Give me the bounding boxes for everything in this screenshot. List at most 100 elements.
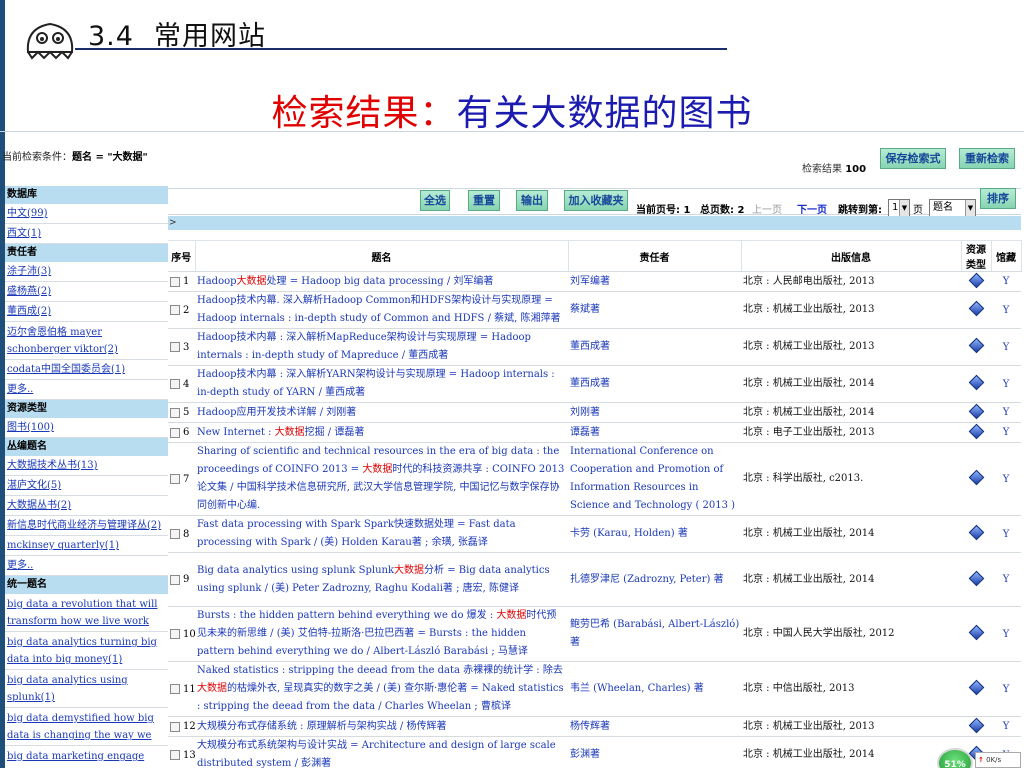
book-type-icon[interactable] (968, 337, 984, 354)
row-hold-cell[interactable]: Y (991, 402, 1021, 423)
facet-item[interactable]: 盛杨燕(2) (5, 282, 168, 302)
facet-item[interactable]: big data analytics using splunk(1) (5, 670, 168, 708)
sort-button[interactable]: 排序 (980, 188, 1016, 209)
row-title-cell[interactable]: 大规模分布式系统架构与设计实战 = Architecture and desig… (195, 736, 568, 768)
facet-item[interactable]: codata中国全国委员会(1) (5, 360, 168, 380)
title-text[interactable]: 大规模分布式存储系统 : 原理解析与架构实战 / 杨传辉著 (197, 721, 446, 732)
row-hold-cell[interactable]: Y (991, 716, 1021, 737)
row-hold-cell[interactable]: Y (991, 422, 1021, 443)
row-author-cell[interactable]: 刘刚著 (568, 402, 741, 423)
row-author-cell[interactable]: 韦兰 (Wheelan, Charles) 著 (568, 661, 741, 717)
prev-page-link[interactable]: 上一页 (752, 201, 782, 216)
facet-item[interactable]: 迈尔舍恩伯格 mayer schonberger viktor(2) (5, 322, 168, 360)
row-hold-cell[interactable]: Y (991, 442, 1021, 516)
row-checkbox[interactable] (170, 750, 180, 760)
row-checkbox[interactable] (170, 427, 180, 438)
row-checkbox[interactable] (170, 574, 180, 585)
row-author-cell[interactable]: 鲍劳巴希 (Barabási, Albert-László) 著 (568, 606, 741, 662)
row-hold-cell[interactable]: Y (991, 515, 1021, 553)
title-text[interactable]: Fast data processing with Spark Spark快速数… (197, 519, 516, 548)
row-title-cell[interactable]: Big data analytics using splunk Splunk大数… (195, 552, 568, 607)
book-type-icon[interactable] (968, 717, 984, 733)
row-title-cell[interactable]: Hadoop应用开发技术详解 / 刘刚著 (195, 402, 568, 423)
facet-item[interactable]: big data a revolution that will transfor… (5, 594, 168, 632)
title-text[interactable]: New Internet : (197, 427, 275, 438)
title-text-rest[interactable]: 挖掘 / 谭磊著 (305, 427, 365, 438)
row-checkbox[interactable] (170, 529, 180, 539)
facet-item[interactable]: 大数据技术丛书(13) (5, 456, 168, 476)
facet-item[interactable]: 大数据丛书(2) (5, 496, 168, 516)
row-checkbox[interactable] (170, 721, 180, 732)
row-checkbox[interactable] (170, 379, 180, 389)
book-type-icon[interactable] (968, 469, 984, 486)
row-author-cell[interactable]: 彭渊著 (568, 736, 741, 768)
add-favorites-button[interactable]: 加入收藏夹 (564, 190, 628, 211)
title-text[interactable]: Naked statistics : stripping the deead f… (197, 665, 563, 676)
sort-field-select[interactable]: 题名 ▼ (929, 199, 976, 217)
title-highlight[interactable]: 大数据 (275, 427, 305, 438)
title-highlight[interactable]: 大数据 (362, 464, 392, 475)
row-author-cell[interactable]: 蔡斌著 (568, 291, 741, 329)
row-author-cell[interactable]: 扎德罗津尼 (Zadrozny, Peter) 著 (568, 552, 741, 607)
book-type-icon[interactable] (968, 272, 984, 288)
facet-item[interactable]: big data demystified how big data is cha… (5, 708, 168, 746)
title-highlight[interactable]: 大数据 (237, 276, 267, 287)
row-checkbox[interactable] (170, 342, 180, 352)
title-text[interactable]: Hadoop (197, 276, 237, 287)
facet-item[interactable]: 中文(99) (5, 204, 168, 224)
book-type-icon[interactable] (968, 524, 984, 541)
book-type-icon[interactable] (968, 679, 984, 696)
facet-item[interactable]: 更多.. (5, 556, 168, 576)
title-text[interactable]: Hadoop技术内幕. 深入解析Hadoop Common和HDFS架构设计与实… (197, 295, 561, 324)
row-title-cell[interactable]: Fast data processing with Spark Spark快速数… (195, 515, 568, 553)
title-text[interactable]: Big data analytics using splunk Splunk (197, 565, 394, 576)
row-hold-cell[interactable]: Y (991, 552, 1021, 607)
title-text-rest[interactable]: 处理 = Hadoop big data processing / 刘军编著 (267, 276, 494, 287)
row-checkbox[interactable] (170, 684, 180, 694)
row-title-cell[interactable]: Hadoop技术内幕. 深入解析Hadoop Common和HDFS架构设计与实… (195, 291, 568, 329)
expand-arrow-icon[interactable]: > (169, 218, 177, 228)
row-checkbox[interactable] (170, 305, 180, 315)
facet-item[interactable]: 董西成(2) (5, 302, 168, 322)
facet-item[interactable]: 西文(1) (5, 224, 168, 244)
title-highlight[interactable]: 大数据 (394, 565, 424, 576)
title-text[interactable]: Bursts : the hidden pattern behind every… (197, 610, 496, 621)
output-button[interactable]: 输出 (516, 190, 548, 211)
row-title-cell[interactable]: Sharing of scientific and technical reso… (195, 442, 568, 516)
row-author-cell[interactable]: 董西成著 (568, 328, 741, 366)
title-text[interactable]: Hadoop应用开发技术详解 / 刘刚著 (197, 407, 356, 418)
book-type-icon[interactable] (968, 624, 984, 641)
row-author-cell[interactable]: 杨传辉著 (568, 716, 741, 737)
reset-button[interactable]: 重置 (468, 190, 500, 211)
row-title-cell[interactable]: Hadoop大数据处理 = Hadoop big data processing… (195, 271, 568, 292)
row-checkbox[interactable] (170, 474, 180, 484)
facet-item[interactable]: mckinsey quarterly(1) (5, 536, 168, 556)
facet-item[interactable]: 更多.. (5, 380, 168, 400)
select-all-button[interactable]: 全选 (420, 190, 450, 211)
title-text[interactable]: Hadoop技术内幕 : 深入解析MapReduce架构设计与实现原理 = Ha… (197, 332, 531, 361)
title-text[interactable]: 大规模分布式系统架构与设计实战 = Architecture and desig… (197, 740, 556, 768)
book-type-icon[interactable] (968, 570, 984, 586)
save-search-button[interactable]: 保存检索式 (880, 148, 946, 169)
row-title-cell[interactable]: 大规模分布式存储系统 : 原理解析与架构实战 / 杨传辉著 (195, 716, 568, 737)
row-author-cell[interactable]: 董西成著 (568, 365, 741, 403)
facet-item[interactable]: 湛庐文化(5) (5, 476, 168, 496)
facet-item[interactable]: 图书(100) (5, 418, 168, 438)
row-checkbox[interactable] (170, 407, 180, 418)
row-title-cell[interactable]: New Internet : 大数据挖掘 / 谭磊著 (195, 422, 568, 443)
next-page-link[interactable]: 下一页 (797, 201, 827, 216)
row-hold-cell[interactable]: Y (991, 661, 1021, 717)
facet-item[interactable]: big data marketing engage your (5, 746, 168, 768)
row-author-cell[interactable]: 刘军编著 (568, 271, 741, 292)
title-highlight[interactable]: 大数据 (496, 610, 526, 621)
title-text-rest[interactable]: 的枯燥外衣, 呈现真实的数字之美 / (美) 查尔斯·惠伦著 = Naked s… (197, 683, 564, 712)
row-hold-cell[interactable]: Y (991, 271, 1021, 292)
jump-page-select[interactable]: 1 ▼ (888, 199, 910, 217)
book-type-icon[interactable] (968, 300, 984, 317)
facet-item[interactable]: 涂子沛(3) (5, 262, 168, 282)
row-hold-cell[interactable]: Y (991, 606, 1021, 662)
row-hold-cell[interactable]: Y (991, 291, 1021, 329)
row-author-cell[interactable]: 卡劳 (Karau, Holden) 著 (568, 515, 741, 553)
facet-item[interactable]: big data analytics turning big data into… (5, 632, 168, 670)
title-highlight[interactable]: 大数据 (197, 683, 227, 694)
